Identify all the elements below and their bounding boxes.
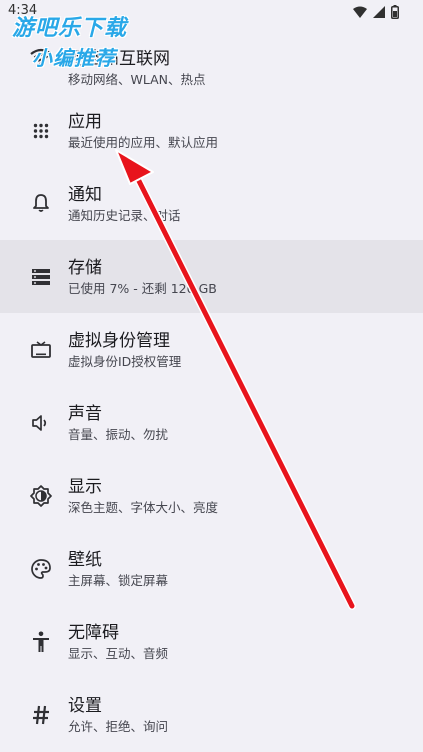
settings-item-accessibility[interactable]: 无障碍 显示、互动、音频 xyxy=(0,605,423,678)
signal-icon xyxy=(373,6,385,18)
settings-item-display[interactable]: 显示 深色主题、字体大小、亮度 xyxy=(0,459,423,532)
settings-item-title: 设置 xyxy=(68,695,102,716)
settings-item-subtitle: 允许、拒绝、询问 xyxy=(68,718,169,734)
settings-item-wallpaper[interactable]: 壁纸 主屏幕、锁定屏幕 xyxy=(0,532,423,605)
status-icons xyxy=(353,4,399,20)
wifi-icon xyxy=(353,6,367,18)
settings-item-subtitle: 音量、振动、勿扰 xyxy=(68,426,169,442)
settings-item-permissions[interactable]: 设置 允许、拒绝、询问 xyxy=(0,678,423,751)
settings-item-notifications[interactable]: 通知 通知历史记录、对话 xyxy=(0,167,423,240)
settings-item-title: 壁纸 xyxy=(68,549,102,570)
settings-item-subtitle: 移动网络、WLAN、热点 xyxy=(68,72,206,87)
settings-item-title: 通知 xyxy=(68,184,102,205)
settings-item-title: 显示 xyxy=(68,476,102,497)
settings-item-title: 声音 xyxy=(68,403,102,424)
accessibility-icon xyxy=(28,629,54,655)
storage-icon xyxy=(28,264,54,290)
settings-item-subtitle: 虚拟身份ID授权管理 xyxy=(68,353,182,369)
settings-item-virtual-identity[interactable]: 虚拟身份管理 虚拟身份ID授权管理 xyxy=(0,313,423,386)
watermark-logo: 游吧乐下载 小编推荐 xyxy=(12,10,127,71)
apps-grid-icon xyxy=(28,118,54,144)
settings-item-title: 无障碍 xyxy=(68,622,119,643)
watermark-line2: 小编推荐 xyxy=(32,46,116,70)
hash-icon xyxy=(28,702,54,728)
settings-item-subtitle: 通知历史记录、对话 xyxy=(68,207,181,223)
settings-item-storage[interactable]: 存储 已使用 7% - 还剩 120 GB xyxy=(0,240,423,313)
settings-item-title: 存储 xyxy=(68,257,102,278)
battery-icon xyxy=(391,5,399,19)
settings-item-subtitle: 已使用 7% - 还剩 120 GB xyxy=(68,280,217,296)
bell-icon xyxy=(28,191,54,217)
settings-item-subtitle: 深色主题、字体大小、亮度 xyxy=(68,499,219,515)
settings-item-subtitle: 显示、互动、音频 xyxy=(68,645,169,661)
settings-item-title: 应用 xyxy=(68,111,102,132)
settings-item-title: 虚拟身份管理 xyxy=(68,330,170,351)
watermark-line1: 游吧乐下载 xyxy=(12,16,128,41)
settings-item-sound[interactable]: 声音 音量、振动、勿扰 xyxy=(0,386,423,459)
settings-item-subtitle: 最近使用的应用、默认应用 xyxy=(68,134,219,150)
brightness-icon xyxy=(28,483,54,509)
settings-item-subtitle: 主屏幕、锁定屏幕 xyxy=(68,572,169,588)
settings-list: 网络和互联网 移动网络、WLAN、热点 应用 最近使用的应用、默认应用 通知 通… xyxy=(0,34,423,751)
palette-icon xyxy=(28,556,54,582)
volume-icon xyxy=(28,410,54,436)
settings-item-apps[interactable]: 应用 最近使用的应用、默认应用 xyxy=(0,94,423,167)
tv-icon xyxy=(28,337,54,363)
